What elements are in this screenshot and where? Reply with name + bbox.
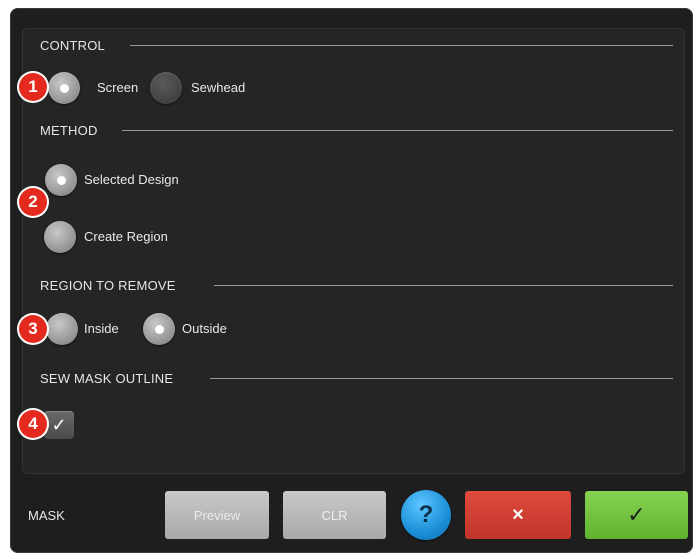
section-title-method: METHOD xyxy=(40,122,98,138)
callout-badge: 3 xyxy=(19,315,47,343)
radio-outside[interactable] xyxy=(143,313,175,345)
label-selected-design: Selected Design xyxy=(84,172,179,187)
section-title-control: CONTROL xyxy=(40,37,105,53)
section-title-region: REGION TO REMOVE xyxy=(40,277,176,293)
callout-badge: 2 xyxy=(19,188,47,216)
callout-badge: 1 xyxy=(19,73,47,101)
label-screen: Screen xyxy=(97,80,139,95)
section-title-sew-mask: SEW MASK OUTLINE xyxy=(40,370,174,386)
radio-selected-design[interactable] xyxy=(45,164,77,196)
preview-button[interactable]: Preview xyxy=(165,491,269,539)
radio-sewhead[interactable] xyxy=(150,72,182,104)
clr-button[interactable]: CLR xyxy=(283,491,386,539)
mask-footer-label: MASK xyxy=(28,508,65,523)
screen-frame: CONTROL Screen Sewhead METHOD Selected D… xyxy=(0,0,699,559)
section-divider xyxy=(130,45,673,46)
label-inside: Inside xyxy=(84,321,119,336)
checkmark-icon: ✓ xyxy=(627,502,646,527)
radio-screen[interactable] xyxy=(48,72,80,104)
cancel-button[interactable]: × xyxy=(465,491,571,539)
sew-mask-outline-checkbox[interactable]: ✓ xyxy=(44,411,74,439)
check-icon: ✓ xyxy=(51,414,67,435)
radio-inside[interactable] xyxy=(46,313,78,345)
question-icon: ? xyxy=(418,501,434,528)
callout-badge: 4 xyxy=(19,410,47,438)
radio-create-region[interactable] xyxy=(44,221,76,253)
section-divider xyxy=(214,285,673,286)
label-create-region: Create Region xyxy=(84,229,168,244)
radio-selected-dot xyxy=(59,83,69,93)
section-divider xyxy=(122,130,673,131)
help-button[interactable]: ? xyxy=(401,490,451,540)
radio-selected-dot xyxy=(154,324,164,334)
ok-button[interactable]: ✓ xyxy=(585,491,688,539)
section-divider xyxy=(210,378,673,379)
close-icon: × xyxy=(512,503,524,526)
radio-selected-dot xyxy=(56,175,66,185)
label-sewhead: Sewhead xyxy=(191,80,246,95)
label-outside: Outside xyxy=(182,321,227,336)
